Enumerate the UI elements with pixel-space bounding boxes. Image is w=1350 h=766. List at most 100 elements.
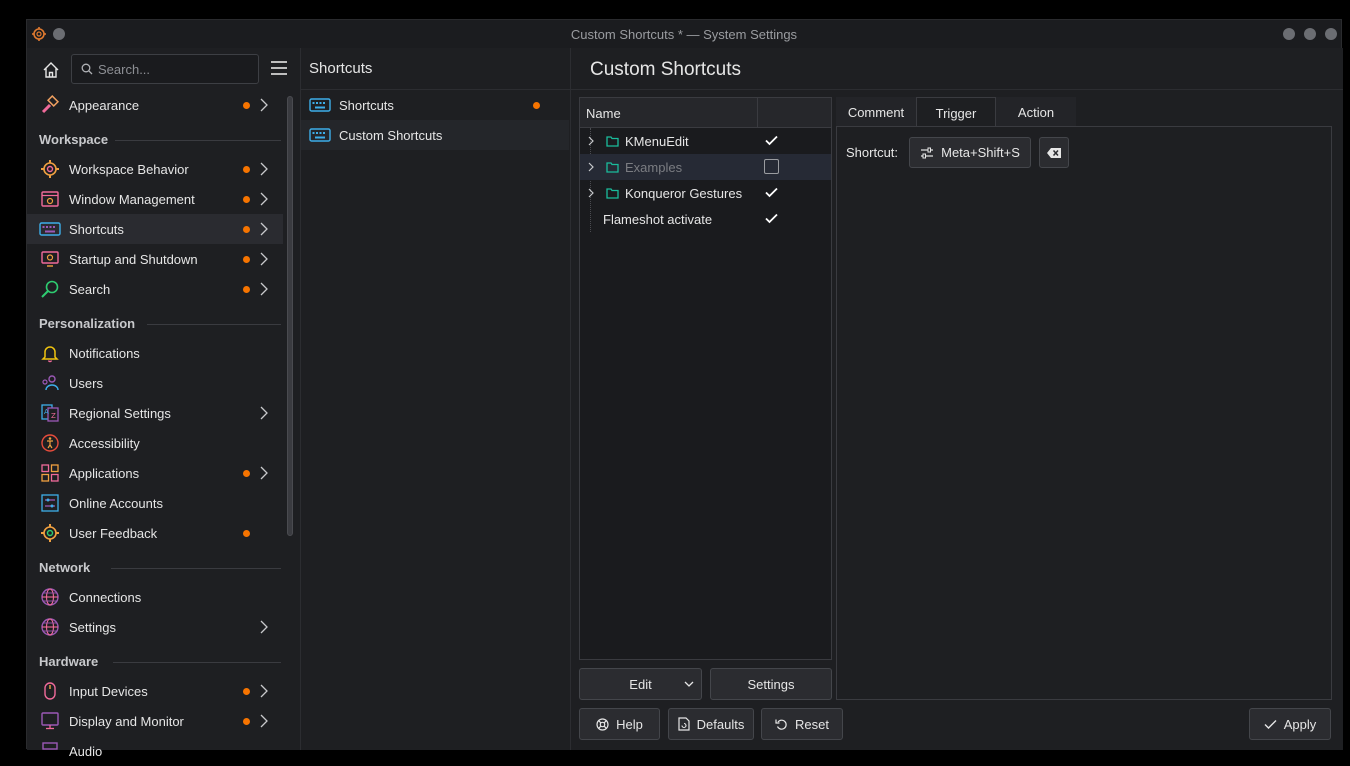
keyboard-icon xyxy=(39,218,61,240)
tree-row-label: Konqueror Gestures xyxy=(625,186,743,201)
edit-dropdown-button[interactable]: Edit xyxy=(579,668,702,700)
sidebar-item-startup-and-shutdown[interactable]: Startup and Shutdown xyxy=(27,244,283,274)
sidebar-item-settings[interactable]: Settings xyxy=(27,612,283,642)
tab-action[interactable]: Action xyxy=(996,97,1076,127)
column-header-name[interactable]: Name xyxy=(586,106,621,121)
sidebar-item-search[interactable]: Search xyxy=(27,274,283,304)
defaults-button[interactable]: Defaults xyxy=(668,708,754,740)
help-button[interactable]: Help xyxy=(579,708,660,740)
tab-label: Action xyxy=(1017,104,1055,120)
chevron-right-icon xyxy=(260,222,268,236)
language-icon: AZ xyxy=(39,402,61,424)
sidebar-item-label: Shortcuts xyxy=(69,221,124,237)
sidebar-item-window-management[interactable]: Window Management xyxy=(27,184,283,214)
undo-icon xyxy=(775,719,787,730)
reset-button[interactable]: Reset xyxy=(761,708,843,740)
globe-icon xyxy=(39,586,61,608)
sidebar-item-label: Online Accounts xyxy=(69,495,163,511)
tree-row-konqueror-gestures[interactable]: Konqueror Gestures xyxy=(580,180,831,206)
tree-row-kmenuedit[interactable]: KMenuEdit xyxy=(580,128,831,154)
magnifier-icon xyxy=(39,278,61,300)
title-bar[interactable]: Custom Shortcuts * — System Settings xyxy=(27,20,1341,48)
chevron-right-icon xyxy=(260,98,268,112)
window-icon xyxy=(39,188,61,210)
monitor-power-icon xyxy=(39,248,61,270)
globe-icon xyxy=(39,616,61,638)
bell-icon xyxy=(39,342,61,364)
chevron-right-icon xyxy=(260,162,268,176)
sidebar-item-users[interactable]: Users xyxy=(27,368,283,398)
svg-text:A: A xyxy=(44,408,49,416)
modified-indicator xyxy=(243,718,250,725)
clear-shortcut-button[interactable] xyxy=(1039,137,1069,168)
sidebar-item-label: Input Devices xyxy=(69,683,148,699)
sidebar-item-workspace-behavior[interactable]: Workspace Behavior xyxy=(27,154,283,184)
apply-button[interactable]: Apply xyxy=(1249,708,1331,740)
subcategory-pane: Shortcuts Shortcuts Custom Shortcuts xyxy=(301,48,571,750)
sidebar-item-connections[interactable]: Connections xyxy=(27,582,283,612)
settings-button[interactable]: Settings xyxy=(710,668,832,700)
sidebar-item-label: Startup and Shutdown xyxy=(69,251,198,267)
help-icon xyxy=(596,717,609,731)
folder-icon xyxy=(606,188,619,199)
checkmark-icon[interactable] xyxy=(765,187,778,198)
minimize-button[interactable] xyxy=(1283,28,1295,40)
chevron-right-icon xyxy=(260,620,268,634)
sidebar-item-notifications[interactable]: Notifications xyxy=(27,338,283,368)
tree-row-label: Examples xyxy=(625,160,683,175)
svg-text:Z: Z xyxy=(51,412,56,420)
maximize-button[interactable] xyxy=(1304,28,1316,40)
tree-header[interactable]: Name xyxy=(580,98,831,128)
mouse-icon xyxy=(39,680,61,702)
shortcuts-tree[interactable]: Name KMenuEdit Examples Konqueror Gestur… xyxy=(579,97,832,660)
window-title: Custom Shortcuts * — System Settings xyxy=(570,27,798,42)
chevron-right-icon xyxy=(260,282,268,296)
expand-arrow-icon[interactable] xyxy=(588,188,594,198)
home-icon xyxy=(43,62,59,78)
sidebar-item-shortcuts[interactable]: Shortcuts xyxy=(27,214,283,244)
home-button[interactable] xyxy=(39,58,63,82)
close-button[interactable] xyxy=(1325,28,1337,40)
sidebar-item-regional-settings[interactable]: AZ Regional Settings xyxy=(27,398,283,428)
backspace-icon xyxy=(1047,147,1061,158)
checkmark-icon[interactable] xyxy=(765,135,778,146)
trigger-tab-panel: Shortcut: Meta+Shift+S xyxy=(836,126,1332,700)
section-header: Hardware xyxy=(39,654,99,669)
defaults-label: Defaults xyxy=(696,716,745,732)
sidebar-section-workspace: Workspace xyxy=(27,120,283,154)
tree-row-examples[interactable]: Examples xyxy=(580,154,831,180)
chevron-right-icon xyxy=(260,192,268,206)
tab-trigger[interactable]: Trigger xyxy=(916,97,996,128)
feedback-gear-icon xyxy=(39,522,61,544)
sidebar-item-input-devices[interactable]: Input Devices xyxy=(27,676,283,706)
sidebar-item-label: Users xyxy=(69,375,103,391)
sidebar-item-appearance[interactable]: Appearance xyxy=(27,90,283,120)
hamburger-menu-icon[interactable] xyxy=(270,60,288,76)
shortcut-key-button[interactable]: Meta+Shift+S xyxy=(909,137,1031,168)
sidebar-item-applications[interactable]: Applications xyxy=(27,458,283,488)
search-box[interactable] xyxy=(71,54,259,84)
section-header: Personalization xyxy=(39,316,136,331)
search-input[interactable] xyxy=(98,60,253,78)
tab-comment[interactable]: Comment xyxy=(836,97,916,127)
enabled-checkbox[interactable] xyxy=(764,159,779,174)
expand-arrow-icon[interactable] xyxy=(588,162,594,172)
folder-icon xyxy=(606,162,619,173)
display-icon xyxy=(39,710,61,732)
subcategory-item-shortcuts[interactable]: Shortcuts xyxy=(301,90,569,120)
sidebar-item-accessibility[interactable]: Accessibility xyxy=(27,428,283,458)
sidebar-item-online-accounts[interactable]: Online Accounts xyxy=(27,488,283,518)
sidebar-item-audio[interactable]: Audio xyxy=(27,736,283,766)
edit-label: Edit xyxy=(629,676,652,692)
subcategory-item-custom-shortcuts[interactable]: Custom Shortcuts xyxy=(301,120,569,150)
chevron-right-icon xyxy=(260,252,268,266)
checkmark-icon[interactable] xyxy=(765,213,778,224)
expand-arrow-icon[interactable] xyxy=(588,136,594,146)
sidebar-item-label: Notifications xyxy=(69,345,140,361)
sidebar-item-user-feedback[interactable]: User Feedback xyxy=(27,518,283,548)
sidebar-scrollbar[interactable] xyxy=(287,96,293,536)
accessibility-icon xyxy=(39,432,61,454)
tree-row-flameshot-activate[interactable]: Flameshot activate xyxy=(580,206,831,232)
sidebar-item-display-and-monitor[interactable]: Display and Monitor xyxy=(27,706,283,736)
modified-indicator xyxy=(533,102,540,109)
